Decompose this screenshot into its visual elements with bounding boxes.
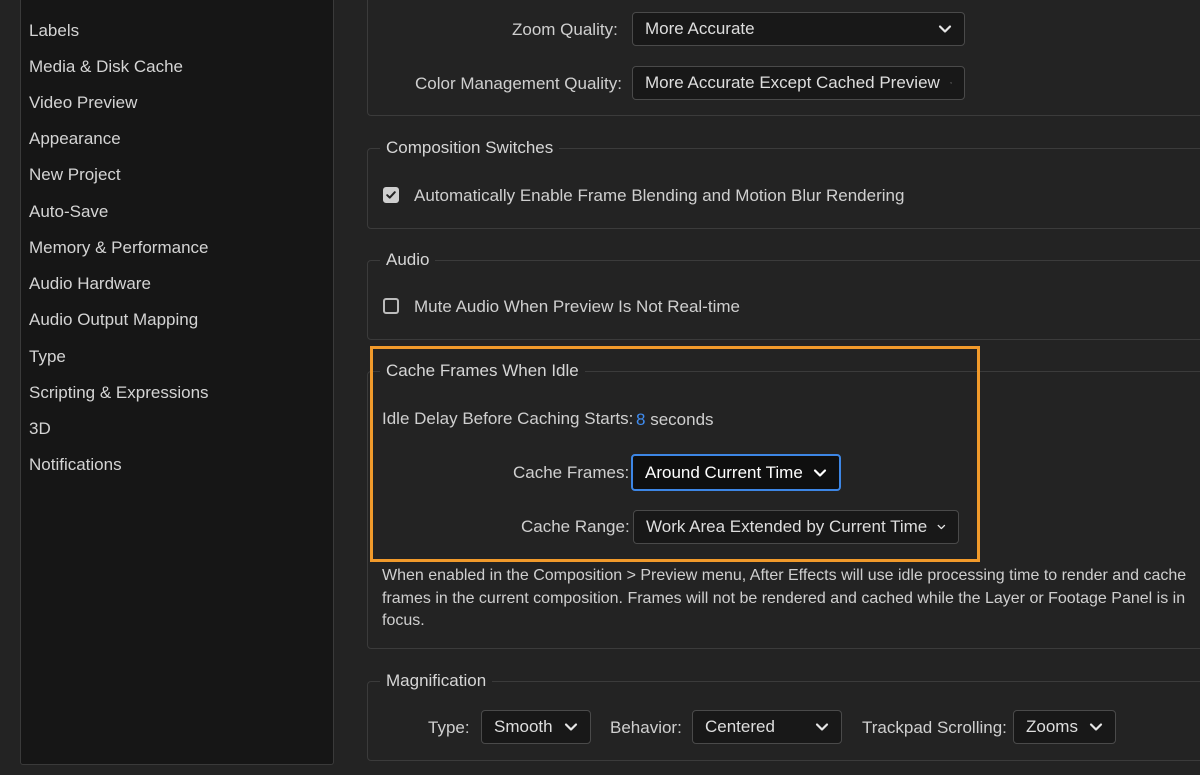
cache-frames-value: Around Current Time: [645, 462, 803, 482]
cache-range-value: Work Area Extended by Current Time: [646, 517, 928, 536]
cache-range-label: Cache Range:: [521, 517, 630, 536]
magnification-type-value: Smooth: [494, 717, 553, 736]
magnification-behavior-label: Behavior:: [610, 718, 682, 737]
sidebar-item-notifications[interactable]: Notifications: [29, 455, 122, 475]
composition-switches-title: Composition Switches: [380, 138, 560, 158]
magnification-behavior-dropdown[interactable]: Centered: [692, 710, 842, 744]
sidebar-item-new-project[interactable]: New Project: [29, 165, 121, 185]
idle-delay-label: Idle Delay Before Caching Starts:: [382, 409, 634, 428]
magnification-type-label: Type:: [428, 718, 470, 737]
audio-title: Audio: [380, 250, 436, 270]
cache-idle-description: When enabled in the Composition > Previe…: [382, 567, 1187, 629]
color-management-quality-dropdown[interactable]: More Accurate Except Cached Preview: [632, 66, 965, 100]
sidebar-item-appearance[interactable]: Appearance: [29, 129, 121, 149]
frame-blending-checkbox[interactable]: [383, 187, 399, 203]
magnification-type-dropdown[interactable]: Smooth: [481, 710, 591, 744]
magnification-title: Magnification: [380, 671, 493, 691]
preferences-window: Labels Media & Disk Cache Video Preview …: [0, 0, 1200, 775]
chevron-down-icon: [813, 468, 827, 477]
cache-frames-dropdown[interactable]: Around Current Time: [631, 454, 841, 491]
cache-frames-label: Cache Frames:: [513, 463, 630, 482]
sidebar-item-video-preview[interactable]: Video Preview: [29, 93, 137, 113]
cache-range-dropdown[interactable]: Work Area Extended by Current Time: [633, 510, 959, 544]
color-management-quality-label: Color Management Quality:: [415, 74, 622, 93]
sidebar-item-memory-performance[interactable]: Memory & Performance: [29, 238, 209, 258]
sidebar-item-audio-output-mapping[interactable]: Audio Output Mapping: [29, 310, 198, 330]
sidebar-item-type[interactable]: Type: [29, 347, 66, 367]
chevron-down-icon: [815, 723, 829, 731]
chevron-down-icon: [949, 82, 952, 84]
trackpad-scrolling-dropdown[interactable]: Zooms: [1013, 710, 1116, 744]
color-management-quality-value: More Accurate Except Cached Preview: [645, 73, 940, 92]
sidebar-item-audio-hardware[interactable]: Audio Hardware: [29, 274, 151, 294]
idle-delay-value[interactable]: 8: [636, 410, 645, 429]
zoom-quality-label: Zoom Quality:: [512, 20, 618, 39]
sidebar-item-auto-save[interactable]: Auto-Save: [29, 202, 108, 222]
frame-blending-label: Automatically Enable Frame Blending and …: [414, 186, 905, 205]
sidebar-item-labels[interactable]: Labels: [29, 21, 79, 41]
mute-audio-label: Mute Audio When Preview Is Not Real-time: [414, 297, 740, 316]
trackpad-scrolling-value: Zooms: [1026, 717, 1078, 736]
idle-delay-unit: seconds: [650, 410, 714, 429]
chevron-down-icon: [1089, 723, 1103, 731]
trackpad-scrolling-label: Trackpad Scrolling:: [862, 718, 1007, 737]
checkmark-icon: [386, 191, 396, 199]
zoom-quality-dropdown[interactable]: More Accurate: [632, 12, 965, 46]
sidebar-item-media-disk-cache[interactable]: Media & Disk Cache: [29, 57, 183, 77]
chevron-down-icon: [938, 25, 952, 33]
sidebar-item-scripting-expressions[interactable]: Scripting & Expressions: [29, 383, 209, 403]
chevron-down-icon: [937, 524, 946, 530]
preferences-sidebar: Labels Media & Disk Cache Video Preview …: [20, 0, 334, 765]
sidebar-item-3d[interactable]: 3D: [29, 419, 51, 439]
idle-delay-control: 8 seconds: [636, 410, 714, 430]
magnification-behavior-value: Centered: [705, 717, 775, 736]
zoom-quality-value: More Accurate: [645, 19, 755, 38]
cache-frames-idle-title: Cache Frames When Idle: [380, 361, 585, 381]
mute-audio-checkbox[interactable]: [383, 298, 399, 314]
chevron-down-icon: [564, 723, 578, 731]
